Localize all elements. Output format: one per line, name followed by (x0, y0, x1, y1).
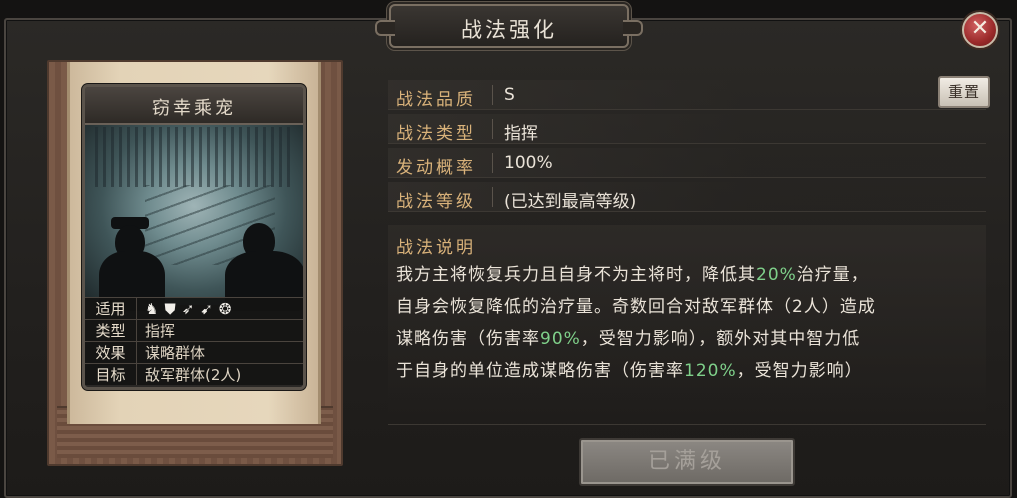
divider (492, 119, 493, 139)
description-title: 战法说明 (396, 238, 476, 258)
highlight-value: 90% (540, 329, 581, 349)
info-label: 战法品质 (396, 90, 476, 110)
skill-attributes: 适用 ♞ ⛊ ➶ ➹ ❂ 类型 指挥 效果 谋略群体 目标 敌军群体(2人) (85, 297, 303, 385)
attr-key: 目标 (85, 364, 137, 385)
attr-row-target: 目标 敌军群体(2人) (85, 363, 303, 385)
skill-illustration (85, 125, 303, 311)
close-icon: ✕ (970, 16, 990, 41)
max-level-button[interactable]: 已满级 (579, 438, 795, 486)
divider (492, 187, 493, 207)
cavalry-icon: ♞ (145, 299, 159, 318)
info-label: 战法类型 (396, 124, 476, 144)
reset-button[interactable]: 重置 (938, 76, 990, 108)
description-text: 我方主将恢复兵力且自身不为主将时，降低其20%治疗量， 自身会恢复降低的治疗量。… (396, 259, 976, 387)
info-row-probability: 发动概率 100% (388, 148, 986, 178)
description-line: 于自身的单位造成谋略伤害（伤害率120%，受智力影响） (396, 361, 863, 381)
attr-value: 谋略群体 (145, 344, 206, 362)
description-line: 我方主将恢复兵力且自身不为主将时，降低其20%治疗量， (396, 265, 869, 285)
highlight-value: 20% (756, 265, 797, 285)
info-row-type: 战法类型 指挥 (388, 114, 986, 144)
info-value: 指挥 (504, 124, 538, 144)
attr-value: 指挥 (145, 322, 176, 340)
skill-name: 窃幸乘宠 (152, 98, 236, 119)
dialog-title: 战法强化 (461, 18, 557, 42)
divider (492, 85, 493, 105)
attr-key: 效果 (85, 342, 137, 363)
attr-row-effect: 效果 谋略群体 (85, 341, 303, 363)
info-row-level: 战法等级 (已达到最高等级) (388, 182, 986, 212)
wheel-icon: ❂ (218, 299, 232, 318)
info-label: 战法等级 (396, 192, 476, 212)
attr-value: 敌军群体(2人) (145, 366, 242, 384)
highlight-value: 120% (684, 361, 737, 381)
skill-card-header: 窃幸乘宠 (85, 87, 303, 125)
attr-key: 适用 (85, 298, 137, 319)
illustration-rays (95, 127, 293, 187)
description-line: 谋略伤害（伤害率90%，受智力影响），额外对其中智力低 (396, 329, 861, 349)
attr-row-applicable: 适用 ♞ ⛊ ➶ ➹ ❂ (85, 297, 303, 319)
info-value: S (504, 85, 515, 105)
divider (492, 153, 493, 173)
skill-description-box: 战法说明 我方主将恢复兵力且自身不为主将时，降低其20%治疗量， 自身会恢复降低… (388, 225, 986, 425)
attr-row-type: 类型 指挥 (85, 319, 303, 341)
description-line: 自身会恢复降低的治疗量。奇数回合对敌军群体（2人）造成 (396, 297, 876, 317)
dialog-title-plate: 战法强化 (375, 4, 643, 48)
info-value: (已达到最高等级) (504, 192, 637, 212)
bow-icon: ➶ (181, 299, 195, 318)
info-value: 100% (504, 153, 553, 173)
skill-card: 窃幸乘宠 适用 ♞ ⛊ ➶ ➹ ❂ 类型 指挥 效果 谋略群体 目标 敌军群体(… (82, 84, 306, 390)
spear-icon: ➹ (200, 299, 213, 318)
info-row-quality: 战法品质 S (388, 80, 986, 110)
troop-type-icons: ♞ ⛊ ➶ ➹ ❂ (137, 300, 231, 318)
attr-key: 类型 (85, 320, 137, 341)
info-label: 发动概率 (396, 158, 476, 178)
shield-icon: ⛊ (164, 299, 176, 318)
close-button[interactable]: ✕ (962, 12, 998, 48)
